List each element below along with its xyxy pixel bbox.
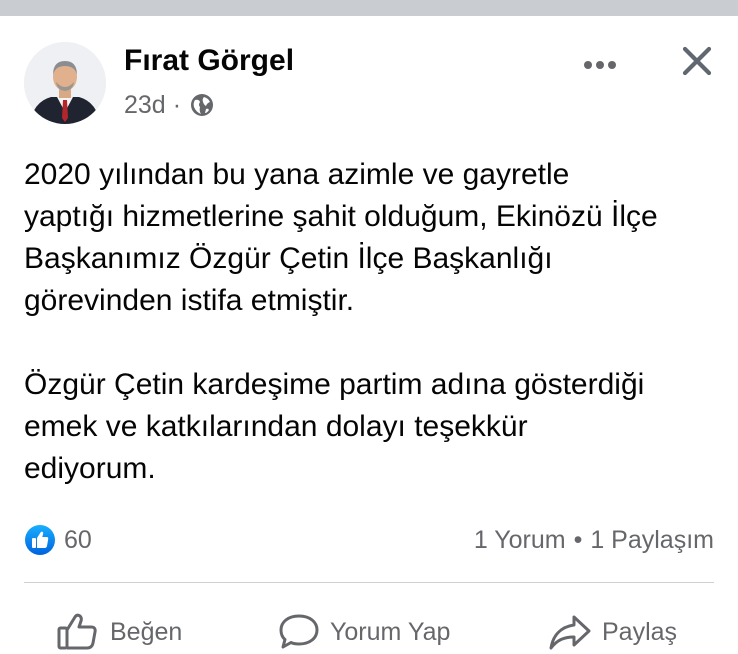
comment-button[interactable]: Yorum Yap	[278, 610, 450, 654]
post-time[interactable]: 23d	[124, 91, 166, 120]
post-text-line: görevinden istifa etmiştir.	[24, 284, 355, 317]
share-button[interactable]: Paylaş	[548, 610, 677, 654]
counts-separator: •	[573, 525, 583, 554]
globe-icon	[190, 93, 214, 117]
like-reaction-icon	[24, 524, 56, 556]
close-button[interactable]	[676, 40, 718, 82]
avatar[interactable]	[24, 42, 106, 124]
meta-separator: ·	[172, 90, 182, 119]
post-meta: 23d ·	[124, 90, 214, 120]
post-text-line: ediyorum.	[24, 452, 156, 485]
actions-divider	[24, 582, 714, 583]
reactions-summary[interactable]: 60	[24, 522, 92, 558]
comment-icon	[278, 612, 320, 652]
like-button-label: Beğen	[110, 617, 183, 646]
post-stats: 60 1 Yorum • 1 Paylaşım	[24, 522, 714, 558]
post-text-line: yaptığı hizmetlerine şahit olduğum, Ekin…	[24, 200, 658, 233]
comment-button-label: Yorum Yap	[330, 617, 451, 646]
post-card: Fırat Görgel 23d · 2020 yılından bu yana…	[0, 16, 738, 650]
comments-count-link[interactable]: 1 Yorum	[474, 526, 566, 555]
share-icon	[548, 612, 592, 652]
post-text: 2020 yılından bu yana azimle ve gayretle…	[24, 154, 724, 490]
like-button[interactable]: Beğen	[56, 610, 182, 654]
post-text-line: Başkanımız Özgür Çetin İlçe Başkanlığı	[24, 242, 553, 275]
top-strip	[0, 0, 738, 16]
close-icon	[682, 46, 712, 76]
action-bar: Beğen Yorum Yap Paylaş	[0, 610, 738, 654]
author-name[interactable]: Fırat Görgel	[124, 44, 294, 78]
shares-count-link[interactable]: 1 Paylaşım	[590, 526, 714, 555]
engagement-counts: 1 Yorum • 1 Paylaşım	[474, 522, 714, 558]
more-horizontal-icon	[584, 61, 616, 69]
post-text-line: Özgür Çetin kardeşime partim adına göste…	[24, 368, 645, 401]
reaction-count: 60	[64, 525, 92, 554]
thumbs-up-icon	[56, 612, 100, 652]
post-text-line: 2020 yılından bu yana azimle ve gayretle	[24, 158, 570, 191]
more-options-button[interactable]	[576, 50, 624, 80]
post-text-line: emek ve katkılarından dolayı teşekkür	[24, 410, 528, 443]
share-button-label: Paylaş	[602, 617, 678, 646]
